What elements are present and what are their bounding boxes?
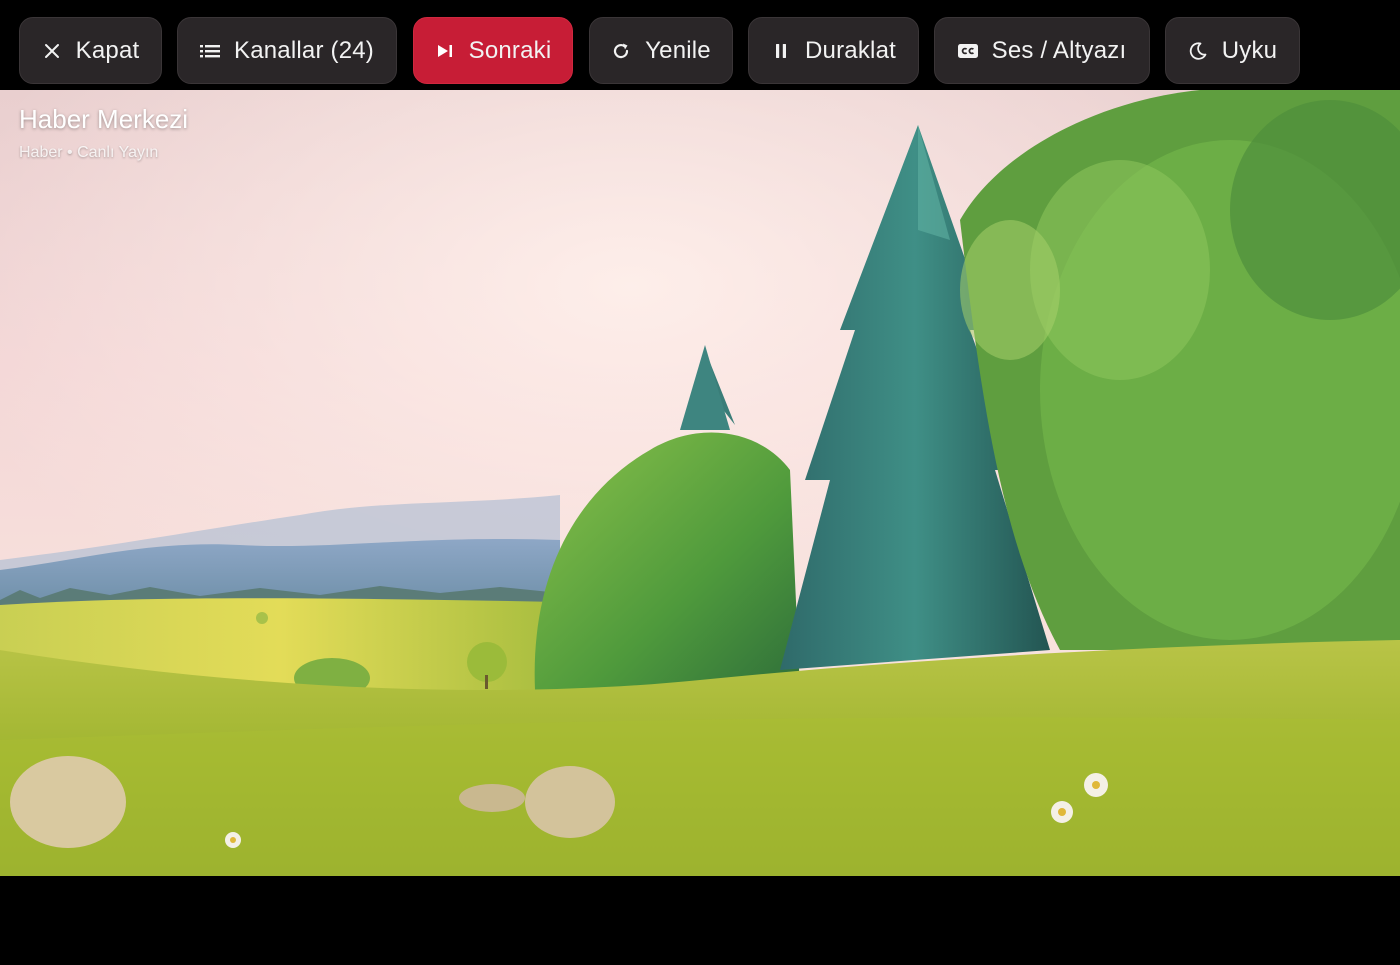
player-toolbar: Kapat Kanallar (24) Sonraki Yenile Durak…: [0, 0, 1400, 90]
refresh-button-label: Yenile: [645, 36, 711, 64]
channels-button-label: Kanallar (24): [233, 36, 374, 64]
pause-button-label: Duraklat: [805, 36, 896, 64]
player-app: Kapat Kanallar (24) Sonraki Yenile Durak…: [0, 0, 1400, 965]
closed-caption-icon: [957, 41, 978, 61]
pause-icon: [771, 41, 791, 61]
audio-subtitle-label: Ses / Altyazı: [991, 36, 1127, 64]
close-icon: [42, 41, 62, 61]
close-button[interactable]: Kapat: [19, 17, 162, 84]
channel-info: Haber • Canlı Yayın: [19, 144, 159, 161]
moon-icon: [1188, 41, 1208, 61]
audio-subtitle-button[interactable]: Ses / Altyazı: [934, 17, 1150, 84]
channel-name: Haber Merkezi: [19, 104, 189, 134]
next-channel-label: Sonraki: [468, 36, 552, 64]
refresh-button[interactable]: Yenile: [589, 17, 733, 84]
letterbox-bottom: [0, 876, 1400, 965]
channels-button[interactable]: Kanallar (24): [177, 17, 397, 84]
skip-next-icon: [435, 41, 455, 61]
sleep-timer-button[interactable]: Uyku: [1165, 17, 1300, 84]
next-channel-button[interactable]: Sonraki: [413, 17, 573, 84]
list-icon: [199, 41, 220, 61]
close-button-label: Kapat: [75, 36, 140, 64]
pause-button[interactable]: Duraklat: [748, 17, 919, 84]
video-frame: [0, 90, 1400, 876]
refresh-icon: [611, 41, 631, 61]
sleep-timer-label: Uyku: [1221, 36, 1278, 64]
video-player[interactable]: Haber Merkezi Haber • Canlı Yayın: [0, 90, 1400, 876]
